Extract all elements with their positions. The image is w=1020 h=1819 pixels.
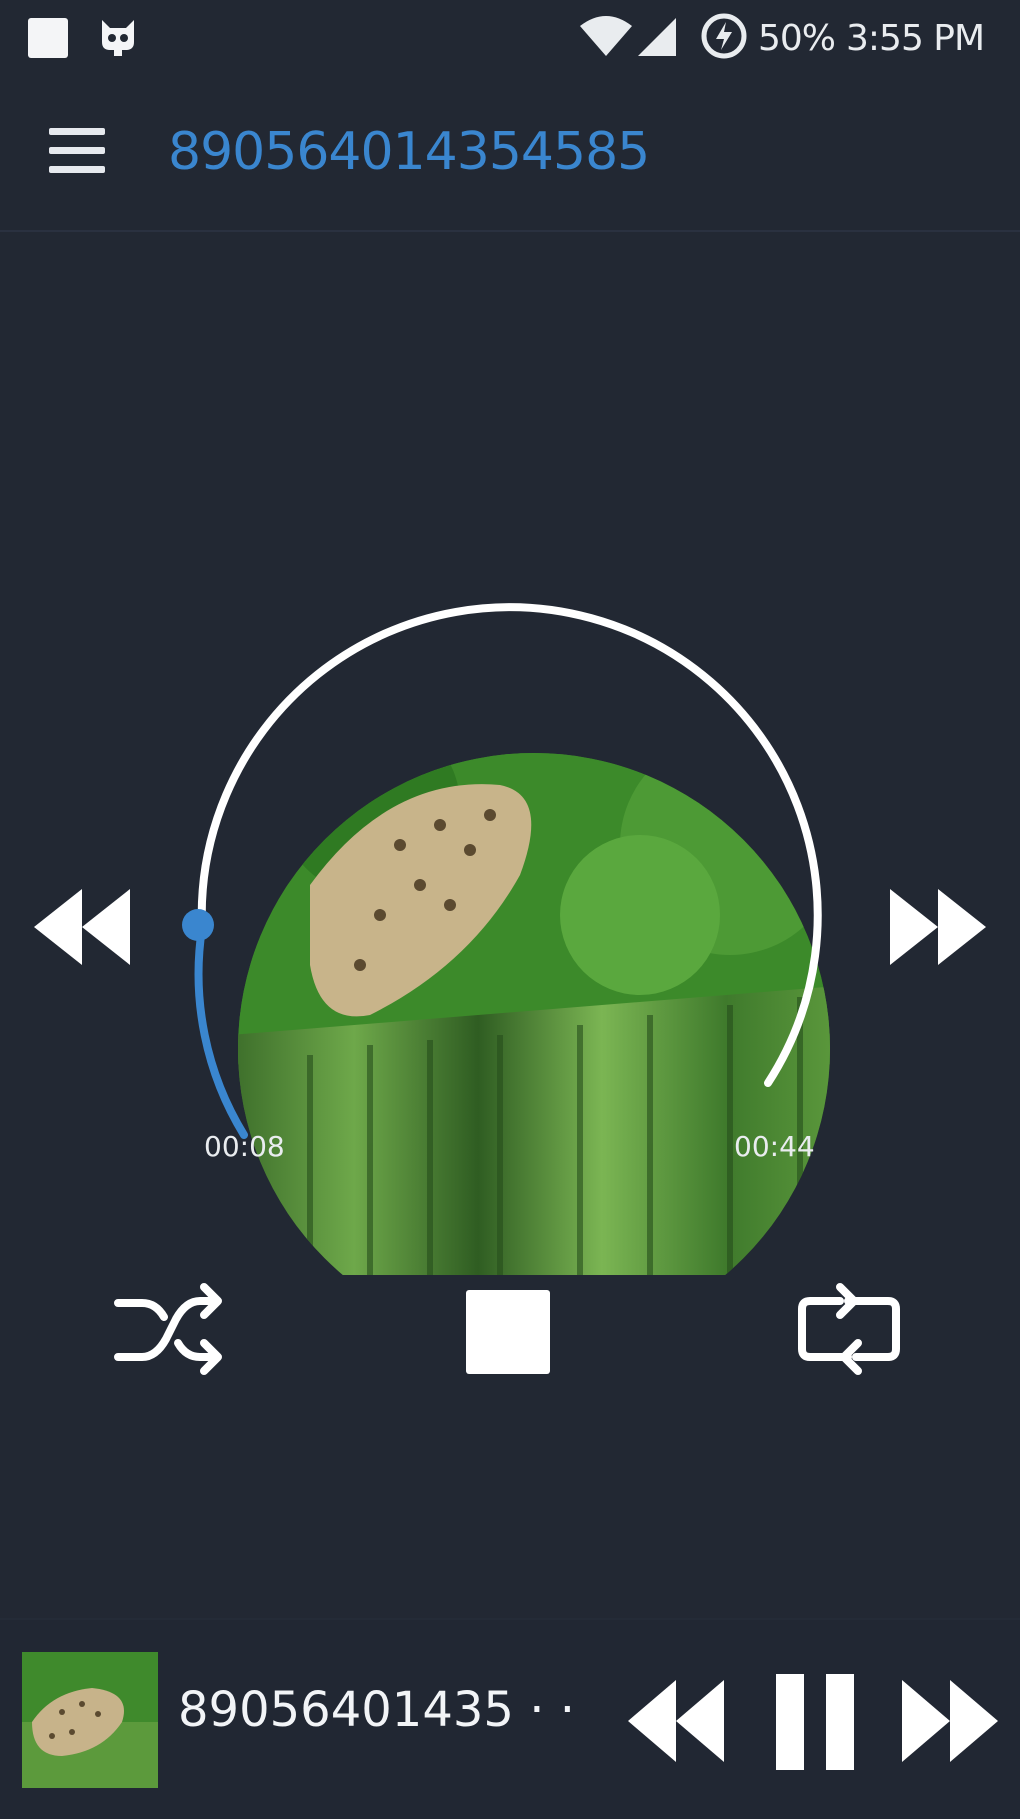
seek-progress bbox=[194, 924, 248, 1139]
menu-button[interactable] bbox=[44, 124, 110, 184]
android-cat-icon bbox=[102, 20, 134, 56]
status-bar: 50% 3:55 PM bbox=[0, 0, 1020, 80]
player-area: 00:08 00:44 bbox=[0, 230, 1020, 1620]
app-bar: 89056401435458​5 bbox=[0, 80, 1020, 232]
elapsed-time: 00:08 bbox=[204, 1130, 285, 1163]
fast-forward-icon[interactable] bbox=[902, 1680, 998, 1762]
signal-icon bbox=[638, 18, 676, 56]
mini-fast-forward-button[interactable] bbox=[898, 1676, 1002, 1766]
rewind-icon[interactable] bbox=[628, 1680, 724, 1762]
wifi-icon bbox=[580, 16, 632, 56]
album-artwork bbox=[238, 753, 830, 1275]
battery-charging-icon bbox=[701, 13, 747, 59]
shuffle-icon[interactable] bbox=[114, 1283, 222, 1375]
hamburger-icon[interactable] bbox=[44, 124, 110, 173]
clock: 3:55 PM bbox=[846, 18, 985, 59]
mini-artwork bbox=[22, 1652, 158, 1788]
mini-pause-button[interactable] bbox=[776, 1674, 856, 1770]
mini-rewind-button[interactable] bbox=[624, 1676, 728, 1766]
circular-seekbar[interactable] bbox=[170, 585, 850, 1275]
repeat-button[interactable] bbox=[792, 1275, 908, 1385]
total-duration: 00:44 bbox=[734, 1130, 815, 1163]
rewind-button[interactable] bbox=[30, 885, 134, 969]
pause-icon[interactable] bbox=[776, 1674, 856, 1770]
battery-percent: 50% bbox=[758, 18, 836, 59]
seek-thumb[interactable] bbox=[182, 909, 214, 941]
mini-player[interactable]: 89056401435 · · bbox=[0, 1618, 1020, 1819]
page-title: 89056401435458​5 bbox=[168, 122, 650, 182]
mini-track-title: 89056401435 · · bbox=[178, 1682, 575, 1738]
shuffle-button[interactable] bbox=[112, 1275, 228, 1385]
stop-square-icon bbox=[28, 18, 68, 58]
stop-icon[interactable] bbox=[466, 1290, 550, 1374]
fast-forward-icon[interactable] bbox=[890, 889, 986, 965]
stop-button[interactable] bbox=[466, 1290, 554, 1378]
fast-forward-button[interactable] bbox=[886, 885, 990, 969]
rewind-icon[interactable] bbox=[34, 889, 130, 965]
repeat-icon[interactable] bbox=[798, 1283, 900, 1375]
